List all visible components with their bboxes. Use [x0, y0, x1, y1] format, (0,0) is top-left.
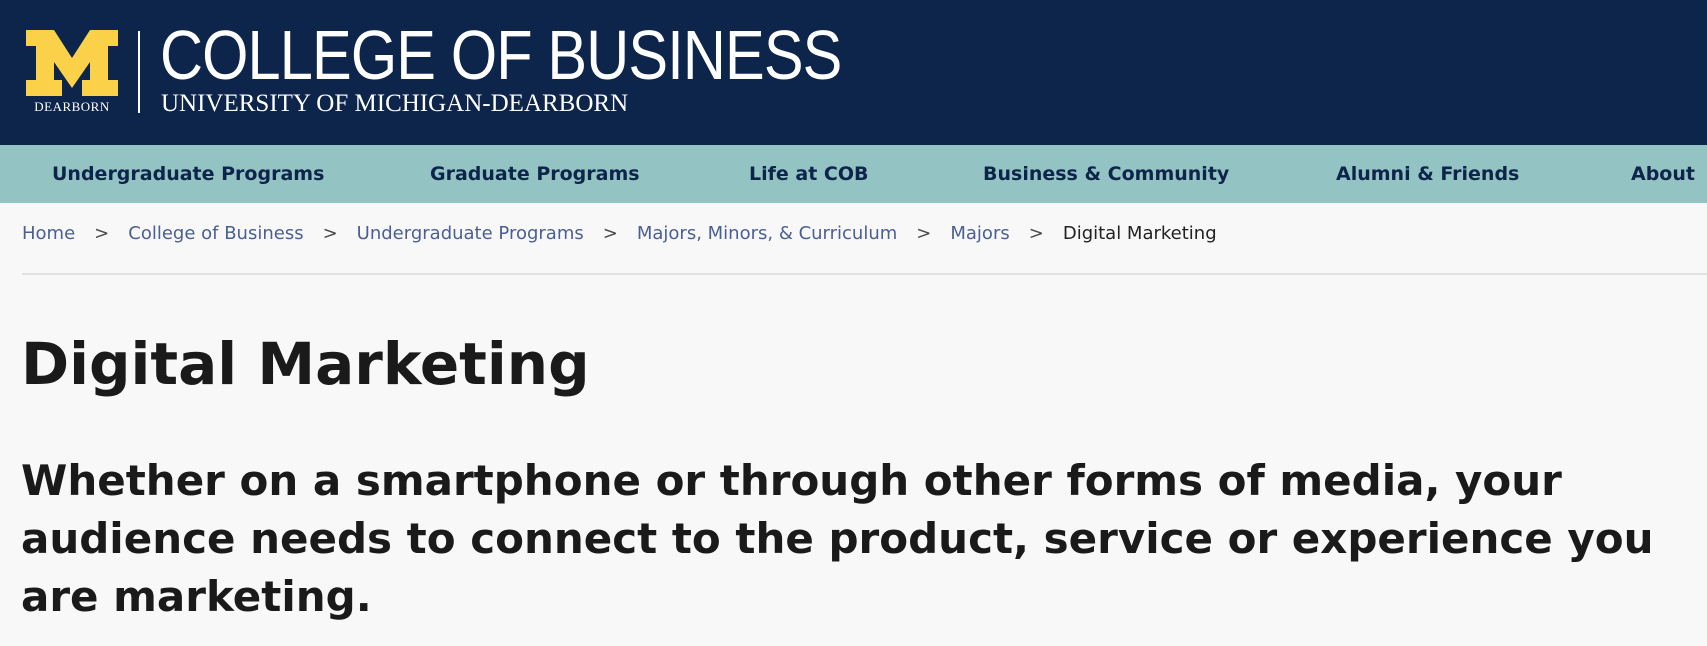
nav-item-graduate-programs[interactable]: Graduate Programs: [430, 145, 640, 203]
site-header: DEARBORN COLLEGE OF BUSINESS UNIVERSITY …: [0, 0, 1707, 145]
logo-divider: [138, 31, 140, 113]
site-title[interactable]: COLLEGE OF BUSINESS: [160, 17, 842, 93]
block-m-logo-icon[interactable]: [26, 30, 118, 96]
breadcrumb-separator: >: [1028, 223, 1044, 244]
breadcrumb-link-majors[interactable]: Majors: [950, 223, 1009, 244]
nav-item-alumni-friends[interactable]: Alumni & Friends: [1336, 145, 1519, 203]
nav-item-undergraduate-programs[interactable]: Undergraduate Programs: [52, 145, 324, 203]
breadcrumb-link-home[interactable]: Home: [22, 223, 75, 244]
nav-item-business-community[interactable]: Business & Community: [983, 145, 1229, 203]
page-title: Digital Marketing: [21, 330, 590, 398]
breadcrumb-link-college-of-business[interactable]: College of Business: [128, 223, 303, 244]
nav-item-life-at-cob[interactable]: Life at COB: [749, 145, 868, 203]
breadcrumb: Home > College of Business > Undergraduate P…: [22, 221, 1217, 247]
breadcrumb-divider: [22, 273, 1707, 275]
site-subtitle: UNIVERSITY OF MICHIGAN-DEARBORN: [161, 90, 629, 117]
breadcrumb-separator: >: [916, 223, 932, 244]
breadcrumb-link-undergraduate-programs[interactable]: Undergraduate Programs: [357, 223, 584, 244]
breadcrumb-separator: >: [602, 223, 618, 244]
logo-wordmark: DEARBORN: [34, 99, 110, 114]
nav-item-about[interactable]: About: [1631, 145, 1695, 203]
intro-text: Whether on a smartphone or through other…: [21, 456, 1654, 621]
breadcrumb-separator: >: [94, 223, 110, 244]
main-nav: Undergraduate Programs Graduate Programs…: [0, 145, 1707, 203]
breadcrumb-separator: >: [322, 223, 338, 244]
breadcrumb-link-majors-minors-curriculum[interactable]: Majors, Minors, & Curriculum: [637, 223, 897, 244]
breadcrumb-current: Digital Marketing: [1062, 223, 1217, 244]
